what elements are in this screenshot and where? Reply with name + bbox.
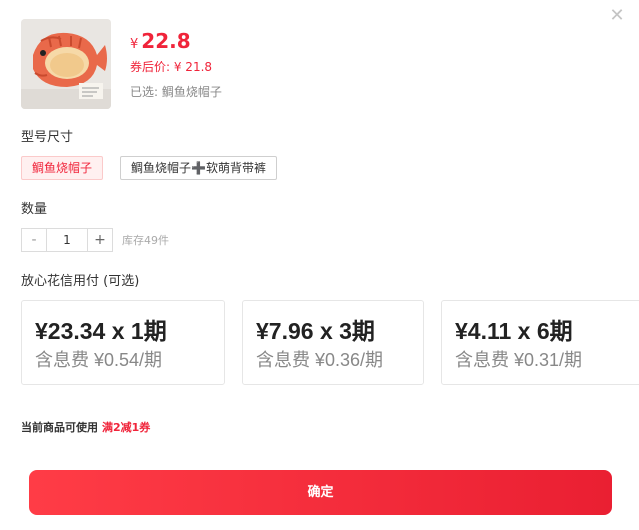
installment-options: ¥23.34 x 1期 含息费 ¥0.54/期 ¥7.96 x 3期 含息费 ¥… xyxy=(21,300,639,385)
quantity-input[interactable] xyxy=(47,229,87,251)
taiyaki-hat-image xyxy=(21,19,111,109)
installment-plan-1[interactable]: ¥23.34 x 1期 含息费 ¥0.54/期 xyxy=(21,300,225,385)
spec-option-taiyaki-hat[interactable]: 鲷鱼烧帽子 xyxy=(21,156,104,180)
stock-text: 库存49件 xyxy=(122,234,169,247)
installment-amount: ¥4.11 x 6期 xyxy=(455,318,573,344)
installment-plan-6[interactable]: ¥4.11 x 6期 含息费 ¥0.31/期 xyxy=(441,300,639,385)
product-thumbnail xyxy=(21,19,111,109)
coupon-info: 当前商品可使用 满2减1券 xyxy=(21,421,150,435)
price: ¥22.8 xyxy=(130,28,222,58)
installment-label: 放心花信用付 (可选) xyxy=(21,274,140,289)
installment-fee: 含息费 ¥0.31/期 xyxy=(455,350,583,370)
close-icon[interactable]: ✕ xyxy=(609,7,625,25)
selected-variant-text: 已选: 鲷鱼烧帽子 xyxy=(130,85,222,99)
spec-options: 鲷鱼烧帽子 鲷鱼烧帽子➕软萌背带裤 xyxy=(21,156,277,180)
spec-option-taiyaki-hat-with-overalls[interactable]: 鲷鱼烧帽子➕软萌背带裤 xyxy=(120,156,277,180)
installment-amount: ¥7.96 x 3期 xyxy=(256,318,375,344)
quantity-label: 数量 xyxy=(21,202,48,217)
price-value: 22.8 xyxy=(141,29,191,53)
installment-plan-3[interactable]: ¥7.96 x 3期 含息费 ¥0.36/期 xyxy=(242,300,424,385)
installment-amount: ¥23.34 x 1期 xyxy=(35,318,167,344)
coupon-text: 当前商品可使用 xyxy=(21,421,98,434)
confirm-button[interactable]: 确定 xyxy=(29,470,612,515)
price-block: ¥22.8 券后价: ¥ 21.8 已选: 鲷鱼烧帽子 xyxy=(130,28,222,100)
quantity-stepper: - + xyxy=(21,228,113,252)
installment-fee: 含息费 ¥0.54/期 xyxy=(35,350,163,370)
quantity-minus-button[interactable]: - xyxy=(22,229,47,251)
quantity-plus-button[interactable]: + xyxy=(87,229,112,251)
coupon-link[interactable]: 满2减1券 xyxy=(102,421,150,434)
coupon-price: 券后价: ¥ 21.8 xyxy=(130,60,213,74)
price-currency: ¥ xyxy=(130,37,139,52)
spec-label: 型号尺寸 xyxy=(21,130,74,145)
installment-fee: 含息费 ¥0.36/期 xyxy=(256,350,384,370)
